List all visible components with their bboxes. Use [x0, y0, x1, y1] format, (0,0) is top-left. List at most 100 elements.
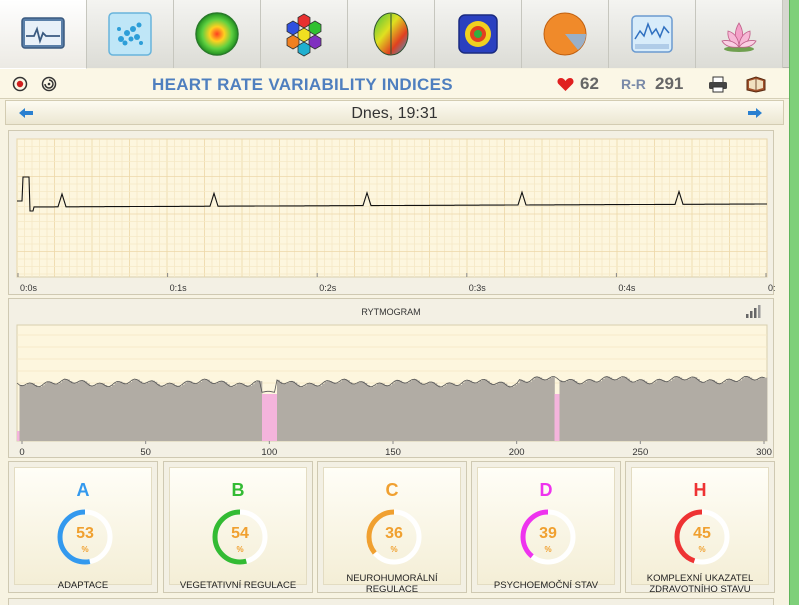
rytm-bar [152, 380, 155, 441]
rytm-bar [697, 379, 700, 441]
rytmogram-chart: 0 50 100 150 200 250 300 [16, 324, 772, 458]
rytm-bar [297, 384, 300, 441]
rytm-bar [42, 385, 45, 441]
rytmogram-panel: 0 50 100 150 200 250 300 RYTMOGRAM [8, 298, 774, 458]
rytm-bar [614, 380, 618, 441]
lotus-icon [721, 22, 757, 52]
rytm-tick-label: 0 [19, 447, 24, 458]
rytm-bar [484, 379, 488, 441]
rytm-bar [509, 386, 513, 441]
index-letter: H [693, 480, 707, 500]
rytm-bar [124, 383, 128, 441]
rytm-bar [37, 386, 40, 441]
heart-icon [557, 77, 574, 91]
rytm-bar [454, 384, 458, 441]
arrow-right-icon[interactable] [747, 107, 763, 119]
rytm-bar [69, 381, 73, 441]
rytm-bar [29, 382, 33, 441]
tool-scatter[interactable] [87, 0, 174, 68]
timer-icon[interactable] [41, 76, 57, 92]
rytm-bar [324, 381, 328, 441]
rytm-bar [482, 379, 485, 441]
index-card[interactable]: B 54% VEGETATIVNÍ REGULACE [163, 461, 313, 593]
rytm-bar [352, 383, 355, 441]
rytm-bar [282, 383, 285, 441]
rytm-bar [92, 386, 95, 441]
rytm-bar [699, 381, 703, 441]
rytm-bar [57, 383, 60, 441]
rytm-bar [719, 383, 723, 441]
rytm-bar [97, 383, 100, 441]
rytm-bar [142, 383, 145, 441]
tool-pie[interactable] [522, 0, 609, 68]
rytm-bar [389, 385, 393, 441]
scrollbar[interactable] [789, 0, 799, 605]
rytm-bar [269, 394, 273, 441]
index-label: ADAPTACE [57, 580, 109, 591]
index-value: 36 [385, 525, 403, 542]
rytm-bar [597, 382, 600, 441]
rytm-bar [692, 376, 695, 441]
record-icon[interactable] [12, 76, 28, 92]
rytm-bar [722, 383, 725, 441]
index-card[interactable]: C 36% NEUROHUMORÁLNÍ REGULACE [317, 461, 467, 595]
index-card[interactable]: D 39% PSYCHOEMOČNÍ STAV [471, 461, 621, 593]
index-value: 54 [231, 525, 249, 542]
tool-brain[interactable] [348, 0, 435, 68]
index-label: NEUROHUMORÁLNÍ REGULACE [346, 573, 438, 595]
index-card[interactable]: H 45% KOMPLEXNÍ UKAZATEL ZDRAVOTNÍHO STAVU [625, 461, 775, 595]
index-value: 39 [539, 525, 557, 542]
index-letter: B [231, 480, 245, 500]
rytm-bar [47, 381, 50, 441]
hexagon-grid-icon [286, 13, 322, 57]
index-value: 53 [76, 525, 94, 542]
rytm-bar [62, 380, 65, 441]
rytm-bar [562, 381, 565, 441]
rytm-bar [414, 379, 418, 441]
rytm-bar [559, 380, 563, 441]
rytm-bar [409, 381, 413, 441]
rytm-tick-label: 250 [632, 447, 648, 458]
rytm-bar [149, 381, 153, 441]
tool-spectrum[interactable] [174, 0, 261, 68]
rytm-bar [534, 377, 538, 441]
rytmogram-title: RYTMOGRAM [361, 307, 421, 317]
signal-bars-icon[interactable] [745, 304, 761, 318]
rytm-bar [207, 379, 210, 441]
rytm-bar [549, 378, 553, 441]
index-unit: % [544, 545, 552, 554]
tool-body-scan[interactable] [435, 0, 522, 68]
rytm-bar [104, 385, 108, 441]
book-icon[interactable] [745, 76, 767, 93]
rytm-bar [377, 383, 380, 441]
tool-trend[interactable] [609, 0, 696, 68]
rytm-bar [317, 386, 320, 441]
rytm-bar [112, 385, 115, 441]
pie-chart-icon [543, 12, 587, 56]
index-letter: A [76, 480, 90, 500]
printer-icon[interactable] [708, 76, 728, 93]
rytm-bar [637, 380, 640, 441]
rytm-bar [157, 383, 160, 441]
index-card[interactable]: A 53% ADAPTACE [8, 461, 158, 593]
rytm-bar [662, 380, 665, 441]
rytm-bar [734, 381, 738, 441]
rytm-bar [127, 383, 130, 441]
rytm-bar [189, 381, 193, 441]
rytm-bar [664, 381, 668, 441]
tool-lotus[interactable] [696, 0, 783, 68]
rytm-bar [192, 382, 195, 441]
rytm-bar [99, 383, 103, 441]
rytm-bar [432, 382, 435, 441]
rytm-bar [32, 383, 35, 441]
rytm-bar [599, 381, 603, 441]
rytm-bar [394, 381, 398, 441]
tool-hrv[interactable] [0, 0, 87, 69]
rytm-bar [732, 380, 735, 441]
rytm-bar [184, 382, 188, 441]
rytm-tick-label: 100 [261, 447, 277, 458]
rytm-bar [529, 381, 533, 441]
rr-label: R-R [621, 76, 646, 92]
tool-hexagons[interactable] [261, 0, 348, 68]
rytm-bar [279, 381, 283, 441]
